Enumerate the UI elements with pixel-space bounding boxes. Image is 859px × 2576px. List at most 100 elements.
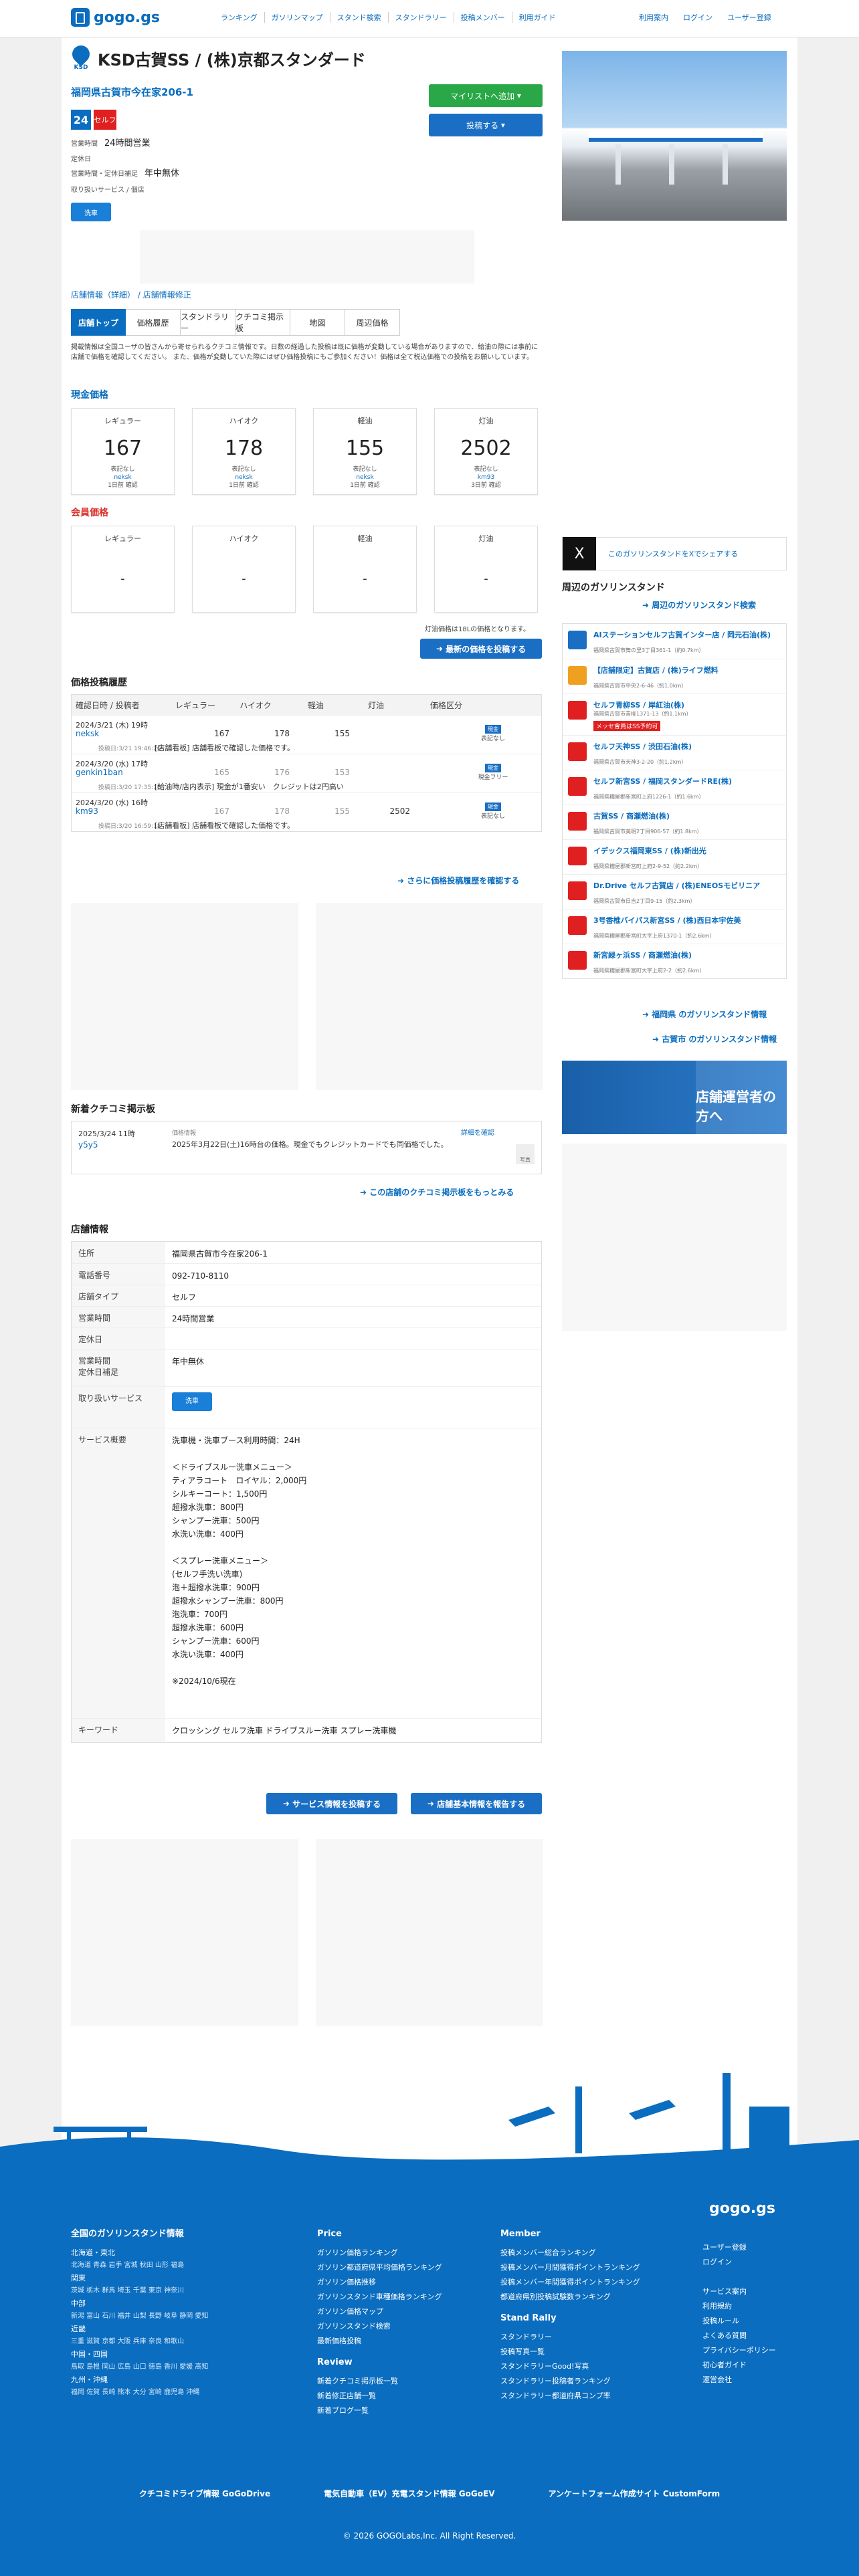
nearby-name[interactable]: 古賀SS / 商瀬燃油(株) <box>593 811 670 821</box>
footer-link[interactable]: ログイン <box>702 2255 776 2270</box>
nearby-item[interactable]: 3号香椎バイパス新宮SS / (株)西日本宇佐美 福岡県糟屋郡新宮町大字上府137… <box>563 909 786 944</box>
nav-info[interactable]: 利用案内 <box>639 12 668 23</box>
price-card[interactable]: 軽油 155 表記なし neksk 1日前 確認 <box>313 408 417 495</box>
nav-members[interactable]: 投稿メンバー <box>453 12 512 23</box>
footer-link[interactable]: スタンドラリー都道府県コンプ率 <box>500 2389 640 2403</box>
price-card[interactable]: ハイオク 178 表記なし neksk 1日前 確認 <box>192 408 296 495</box>
region-prefs[interactable]: 茨城 栃木 群馬 埼玉 千葉 東京 神奈川 <box>71 2286 272 2296</box>
footer-link[interactable]: サービス案内 <box>702 2284 776 2299</box>
poster-link[interactable]: neksk <box>193 473 295 481</box>
region-prefs[interactable]: 新潟 富山 石川 福井 山梨 長野 岐阜 静岡 愛知 <box>71 2311 272 2322</box>
share-x-box[interactable]: X このガソリンスタンドをXでシェアする <box>562 537 787 570</box>
nearby-item[interactable]: AIステーションセルフ古賀インター店 / 岡元石油(株) 福岡県古賀市舞の里3丁目… <box>563 624 786 659</box>
nearby-item[interactable]: イデックス福岡東SS / (株)新出光 福岡県糟屋郡新宮町上府2-9-52（約2.… <box>563 839 786 874</box>
nearby-item[interactable]: セルフ天神SS / 渋田石油(株) 福岡県古賀市天神3-2-20（約1.2km） <box>563 735 786 770</box>
footer-link[interactable]: 都道府県別投稿試験数ランキング <box>500 2290 640 2304</box>
more-board-link[interactable]: ➜ この店舗のクチコミ掲示板をもっとみる <box>360 1186 514 1198</box>
sister-site-link[interactable]: 電気自動車（EV）充電スタンド情報 GoGoEV <box>324 2488 494 2499</box>
tab-map[interactable]: 地図 <box>290 309 345 336</box>
footer-link[interactable]: 初心者ガイド <box>702 2358 776 2373</box>
footer-link[interactable]: 運営会社 <box>702 2373 776 2387</box>
nearby-name[interactable]: 3号香椎バイパス新宮SS / (株)西日本宇佐美 <box>593 915 741 926</box>
row-user[interactable]: genkin1ban <box>76 768 123 777</box>
board-post[interactable]: 2025/3/24 11時 y5y5 価格情報 2025年3月22日(土)16時… <box>71 1121 542 1174</box>
footer-link[interactable]: 新着ブログ一覧 <box>317 2403 442 2418</box>
post-latest-price-button[interactable]: ➜ 最新の価格を投稿する <box>420 639 542 659</box>
nearby-item[interactable]: 古賀SS / 商瀬燃油(株) 福岡県古賀市美明2丁目906-57（約1.8km） <box>563 804 786 839</box>
footer-link[interactable]: スタンドラリー投稿者ランキング <box>500 2374 640 2389</box>
crumb-detail[interactable]: 店舗情報（詳細） <box>71 290 135 300</box>
tab-top[interactable]: 店舗トップ <box>71 309 126 336</box>
poster-link[interactable]: neksk <box>314 473 416 481</box>
nearby-item[interactable]: セルフ青柳SS / 岸紅油(株) 福岡県古賀市青柳1371-13（約1.1km） メ… <box>563 693 786 735</box>
footer-link[interactable]: ユーザー登録 <box>702 2240 776 2255</box>
sister-site-link[interactable]: アンケートフォーム作成サイト CustomForm <box>548 2488 720 2499</box>
post-button[interactable]: 投稿する ▾ <box>429 114 543 136</box>
footer-link[interactable]: 投稿ルール <box>702 2314 776 2329</box>
nearby-name[interactable]: セルフ青柳SS / 岸紅油(株) <box>593 700 684 710</box>
more-history-link[interactable]: ➜ さらに価格投稿履歴を確認する <box>397 875 519 886</box>
board-detail-link[interactable]: 詳細を確認 <box>461 1127 494 1137</box>
footer-link[interactable]: 投稿写真一覧 <box>500 2345 640 2359</box>
nav-login[interactable]: ログイン <box>683 12 712 23</box>
board-user[interactable]: y5y5 <box>78 1140 98 1150</box>
nav-map[interactable]: ガソリンマップ <box>264 12 330 23</box>
nav-ranking[interactable]: ランキング <box>214 12 264 23</box>
site-logo[interactable]: gogo.gs <box>71 8 160 27</box>
nav-rally[interactable]: スタンドラリー <box>387 12 454 23</box>
footer-link[interactable]: ガソリンスタンド車種価格ランキング <box>317 2290 442 2304</box>
tab-board[interactable]: クチコミ掲示板 <box>235 309 290 336</box>
poster-link[interactable]: km93 <box>435 473 537 481</box>
nearby-name[interactable]: セルフ天神SS / 渋田石油(株) <box>593 741 692 752</box>
sister-site-link[interactable]: クチコミドライブ情報 GoGoDrive <box>139 2488 270 2499</box>
footer-link[interactable]: ガソリン価格ランキング <box>317 2246 442 2260</box>
nearby-search-link[interactable]: ➜ 周辺のガソリンスタンド検索 <box>642 599 756 611</box>
row-user[interactable]: km93 <box>76 807 98 816</box>
footer-link[interactable]: 投稿メンバー月間獲得ポイントランキング <box>500 2260 640 2275</box>
nearby-item[interactable]: 新宮緑ヶ浜SS / 商瀬燃油(株) 福岡県糟屋郡新宮町大字上府2-2（約2.6km… <box>563 944 786 978</box>
add-mylist-button[interactable]: マイリストへ追加 ▾ <box>429 84 543 107</box>
nearby-name[interactable]: イデックス福岡東SS / (株)新出光 <box>593 845 706 856</box>
footer-link[interactable]: 投稿メンバー年間獲得ポイントランキング <box>500 2275 640 2290</box>
tab-history[interactable]: 価格履歴 <box>126 309 181 336</box>
footer-link[interactable]: 投稿メンバー総合ランキング <box>500 2246 640 2260</box>
footer-link[interactable]: 最新価格投稿 <box>317 2334 442 2349</box>
footer-link[interactable]: よくある質問 <box>702 2329 776 2343</box>
region-prefs[interactable]: 三重 滋賀 京都 大阪 兵庫 奈良 和歌山 <box>71 2337 272 2347</box>
nearby-item[interactable]: 【店舗限定】古賀店 / (株)ライフ燃料 福岡県古賀市中央2-6-46（約1.0k… <box>563 659 786 693</box>
crumb-edit[interactable]: 店舗情報修正 <box>143 290 191 300</box>
region-prefs[interactable]: 北海道 青森 岩手 宮城 秋田 山形 福島 <box>71 2260 272 2271</box>
footer-link[interactable]: プライバシーポリシー <box>702 2343 776 2358</box>
poster-link[interactable]: neksk <box>72 473 174 481</box>
footer-link[interactable]: 新着クチコミ掲示板一覧 <box>317 2374 442 2389</box>
nav-search[interactable]: スタンド検索 <box>329 12 388 23</box>
region-prefs[interactable]: 鳥取 島根 岡山 広島 山口 徳島 香川 愛媛 高知 <box>71 2362 272 2373</box>
footer-logo[interactable]: gogo.gs <box>709 2200 775 2217</box>
station-photo[interactable] <box>562 51 787 221</box>
city-link[interactable]: ➜ 古賀市 のガソリンスタンド情報 <box>652 1033 777 1045</box>
nearby-name[interactable]: 新宮緑ヶ浜SS / 商瀬燃油(株) <box>593 950 692 960</box>
footer-link[interactable]: ガソリン都道府県平均価格ランキング <box>317 2260 442 2275</box>
share-x-link[interactable]: このガソリンスタンドをXでシェアする <box>608 548 738 559</box>
nearby-item[interactable]: セルフ新宮SS / 福岡スタンダードRE(株) 福岡県糟屋郡新宮町上府1226-1… <box>563 770 786 804</box>
footer-link[interactable]: スタンドラリーGood!写真 <box>500 2359 640 2374</box>
tab-nearby[interactable]: 周辺価格 <box>345 309 400 336</box>
station-address[interactable]: 福岡県古賀市今在家206-1 <box>71 85 193 99</box>
report-basic-button[interactable]: ➜ 店舗基本情報を報告する <box>411 1793 542 1814</box>
owner-banner[interactable]: 店舗運営者の方へ <box>562 1061 787 1134</box>
nearby-name[interactable]: セルフ新宮SS / 福岡スタンダードRE(株) <box>593 776 732 786</box>
footer-link[interactable]: 利用規約 <box>702 2299 776 2314</box>
nearby-name[interactable]: 【店舗限定】古賀店 / (株)ライフ燃料 <box>593 665 719 675</box>
footer-link[interactable]: 新着修正店舗一覧 <box>317 2389 442 2403</box>
footer-link[interactable]: ガソリン価格推移 <box>317 2275 442 2290</box>
nearby-name[interactable]: AIステーションセルフ古賀インター店 / 岡元石油(株) <box>593 629 771 640</box>
pref-link[interactable]: ➜ 福岡県 のガソリンスタンド情報 <box>642 1008 767 1020</box>
post-service-button[interactable]: ➜ サービス情報を投稿する <box>266 1793 397 1814</box>
region-prefs[interactable]: 福岡 佐賀 長崎 熊本 大分 宮崎 鹿児島 沖縄 <box>71 2387 272 2398</box>
nav-register[interactable]: ユーザー登録 <box>727 12 771 23</box>
nav-guide[interactable]: 利用ガイド <box>511 12 563 23</box>
price-card[interactable]: レギュラー 167 表記なし neksk 1日前 確認 <box>71 408 175 495</box>
price-card[interactable]: 灯油 2502 表記なし km93 3日前 確認 <box>434 408 538 495</box>
footer-link[interactable]: ガソリンスタンド検索 <box>317 2319 442 2334</box>
footer-link[interactable]: ガソリン価格マップ <box>317 2304 442 2319</box>
